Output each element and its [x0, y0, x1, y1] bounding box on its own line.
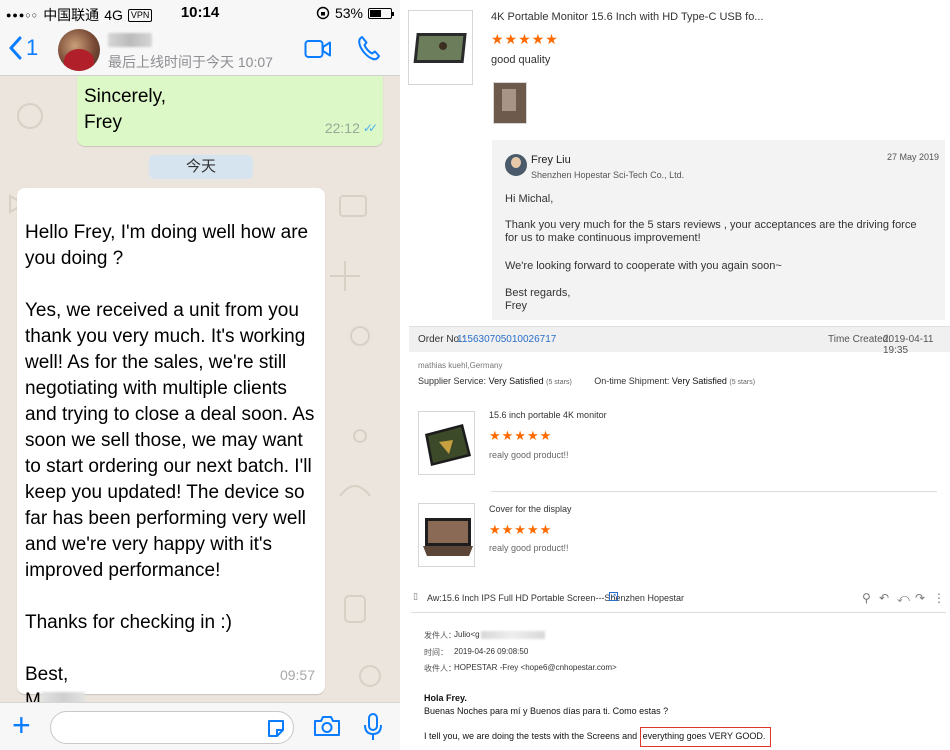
supplier-service-stars: (5 stars) [546, 379, 572, 386]
review-photo[interactable] [493, 82, 527, 124]
reply-body-1: Thank you very much for the 5 stars revi… [505, 219, 917, 244]
monitor-image [413, 33, 467, 63]
video-camera-icon[interactable] [304, 39, 332, 59]
shipment-value: Very Satisfied [671, 376, 727, 386]
shipment-stars: (5 stars) [729, 379, 756, 386]
supplier-service-label: Supplier Service: [418, 376, 487, 386]
seller-reply: Frey Liu Shenzhen Hopestar Sci-Tech Co.,… [492, 140, 945, 320]
rotation-lock-icon [316, 6, 330, 20]
item-stars: ★★★★★ [489, 522, 553, 537]
battery-icon [368, 7, 394, 19]
message-time: 22:12 [324, 120, 360, 136]
reply-all-icon[interactable]: ⤺ [897, 591, 910, 606]
more-icon[interactable]: ⋮ [933, 591, 945, 605]
review-product-title[interactable]: 4K Portable Monitor 15.6 Inch with HD Ty… [491, 11, 763, 23]
reply-name: Frey [505, 300, 527, 312]
forward-icon[interactable]: ↷ [915, 591, 925, 605]
outgoing-message[interactable]: Sincerely, Frey 22:12 ✓✓ [77, 76, 383, 146]
time-value: 2019-04-26 09:08:50 [454, 647, 529, 656]
to-value: HOPESTAR -Frey <hope6@cnhopestar.com> [454, 663, 617, 672]
reply-company: Shenzhen Hopestar Sci-Tech Co., Ltd. [531, 170, 685, 180]
battery-percent: 53% [334, 5, 363, 21]
phone-icon[interactable] [357, 35, 381, 61]
item-stars: ★★★★★ [489, 428, 553, 443]
attach-plus-icon[interactable]: + [12, 709, 31, 741]
contact-avatar[interactable] [58, 29, 100, 71]
buyer-info: mathias kuehl,Germany [418, 361, 503, 370]
time-label: 时间： [424, 648, 448, 657]
email-line-2: I tell you, we are doing the tests with … [424, 727, 772, 747]
from-redacted [481, 631, 545, 639]
status-bar: ●●●○○ 中国联通 4G VPN 10:14 53% [0, 0, 400, 26]
open-external-icon[interactable]: ↗ [609, 592, 618, 601]
shipment-label: On-time Shipment: [594, 376, 670, 386]
message-time: 09:57 [279, 667, 315, 683]
time-created: 2019-04-11 19:35 [883, 334, 934, 356]
chevron-left-icon [9, 36, 22, 60]
email-subject[interactable]: Aw:15.6 Inch IPS Full HD Portable Screen… [427, 593, 684, 603]
reply-icon[interactable]: ↶ [879, 591, 889, 605]
item-thumbnail[interactable] [418, 411, 475, 475]
reply-closing: Best regards, [505, 287, 571, 299]
contact-name-redacted[interactable] [108, 33, 152, 47]
monitor-image [425, 424, 471, 466]
reply-body-2: We're looking forward to cooperate with … [505, 260, 782, 272]
chat-screenshot: ●●●○○ 中国联通 4G VPN 10:14 53% 1 最后上线时间于今天 … [0, 0, 400, 750]
item-name[interactable]: Cover for the display [489, 504, 572, 514]
incoming-message[interactable]: Hello Frey, I'm doing well how are you d… [17, 188, 325, 711]
from-label: 发件人： [424, 631, 456, 640]
pin-icon[interactable]: ⚲ [862, 591, 871, 605]
supplier-service-value: Very Satisfied [488, 376, 544, 386]
order-header: Order No.: 115630705010026717 Time Creat… [409, 326, 950, 356]
date-separator: 今天 [149, 155, 253, 179]
camera-icon[interactable] [313, 715, 341, 737]
from-value: Julio<g [454, 630, 480, 639]
reply-author: Frey Liu [531, 154, 571, 166]
item-name[interactable]: 15.6 inch portable 4K monitor [489, 410, 607, 420]
review-comment: good quality [491, 54, 551, 66]
back-button[interactable]: 1 [8, 35, 38, 61]
email-line-2-start: I tell you, we are doing the tests with … [424, 731, 640, 741]
chat-header: 1 最后上线时间于今天 10:07 [0, 26, 400, 76]
unread-count: 1 [26, 35, 39, 60]
product-thumbnail[interactable] [408, 10, 473, 85]
seller-avatar [505, 154, 527, 176]
review-stars: ★★★★★ [491, 31, 559, 47]
divider [411, 612, 946, 613]
order-number-link[interactable]: 115630705010026717 [457, 334, 556, 345]
divider [491, 491, 937, 492]
message-input[interactable] [50, 711, 294, 744]
time-created-label: Time Created: [828, 334, 891, 345]
sticker-icon[interactable] [266, 719, 286, 739]
message-text: Hello Frey, I'm doing well how are you d… [25, 222, 315, 685]
reply-greeting: Hi Michal, [505, 193, 554, 205]
microphone-icon[interactable] [363, 712, 383, 742]
reply-date: 27 May 2019 [887, 152, 940, 162]
email-greeting: Hola Frey. [424, 693, 467, 703]
email-line-1: Buenas Noches para mí y Buenos días para… [424, 706, 669, 716]
reviews-screenshot: 4K Portable Monitor 15.6 Inch with HD Ty… [405, 0, 950, 750]
monitor-cover-image [423, 518, 473, 556]
last-seen-status: 最后上线时间于今天 10:07 [108, 54, 273, 70]
to-label: 收件人： [424, 664, 456, 673]
read-ticks-icon: ✓✓ [362, 121, 378, 135]
attachment-icon: ▯ [413, 591, 418, 601]
item-comment: realy good product!! [489, 450, 569, 460]
message-composer: + [0, 702, 400, 750]
service-ratings: Supplier Service: Very Satisfied (5 star… [418, 376, 755, 386]
item-comment: realy good product!! [489, 543, 569, 553]
item-thumbnail[interactable] [418, 503, 475, 567]
highlighted-phrase: everything goes VERY GOOD. [639, 727, 772, 747]
